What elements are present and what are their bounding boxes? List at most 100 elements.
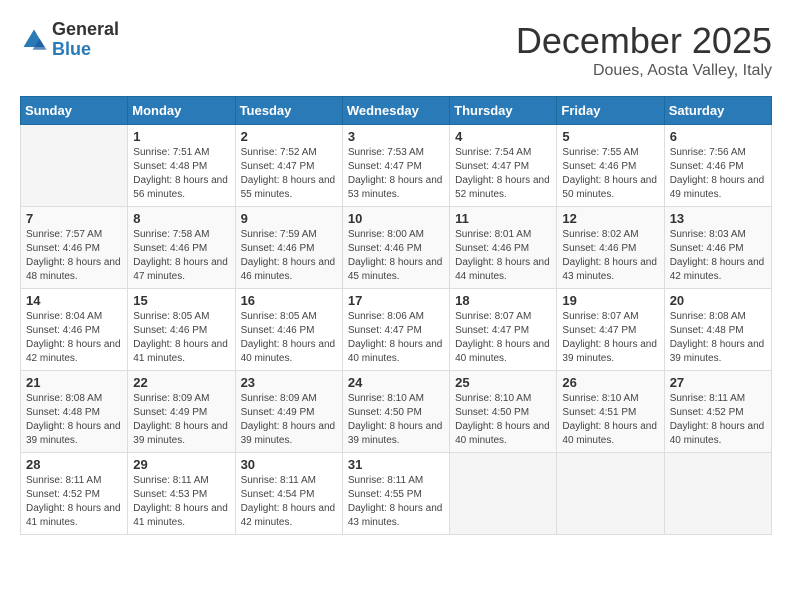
cell-info: Sunrise: 8:10 AMSunset: 4:50 PMDaylight:… (455, 392, 551, 448)
col-header-thursday: Thursday (450, 97, 557, 125)
day-number: 30 (241, 457, 337, 472)
day-cell: 1 Sunrise: 7:51 AMSunset: 4:48 PMDaylight… (128, 125, 235, 207)
day-number: 18 (455, 293, 551, 308)
day-number: 9 (241, 211, 337, 226)
day-cell: 23Sunrise: 8:09 AMSunset: 4:49 PMDayligh… (235, 371, 342, 453)
cell-info: Sunrise: 8:06 AMSunset: 4:47 PMDaylight:… (348, 310, 444, 366)
day-cell: 4 Sunrise: 7:54 AMSunset: 4:47 PMDaylight… (450, 125, 557, 207)
day-cell: 19Sunrise: 8:07 AMSunset: 4:47 PMDayligh… (557, 289, 664, 371)
day-number: 1 (133, 129, 229, 144)
cell-info: Sunrise: 8:11 AMSunset: 4:54 PMDaylight:… (241, 474, 337, 530)
logo-general-text: General (52, 20, 119, 40)
cell-info: Sunrise: 7:53 AMSunset: 4:47 PMDaylight:… (348, 146, 444, 202)
day-number: 25 (455, 375, 551, 390)
cell-info: Sunrise: 8:11 AMSunset: 4:52 PMDaylight:… (26, 474, 122, 530)
day-cell: 16 Sunrise: 8:05 AMSunset: 4:46 PMDayligh… (235, 289, 342, 371)
day-number: 24 (348, 375, 444, 390)
day-cell: 12 Sunrise: 8:02 AMSunset: 4:46 PMDayligh… (557, 207, 664, 289)
day-number: 6 (670, 129, 766, 144)
day-cell: 2 Sunrise: 7:52 AMSunset: 4:47 PMDaylight… (235, 125, 342, 207)
cell-info: Sunrise: 8:03 AMSunset: 4:46 PMDaylight:… (670, 228, 766, 284)
day-cell: 25 Sunrise: 8:10 AMSunset: 4:50 PMDayligh… (450, 371, 557, 453)
day-cell (450, 453, 557, 535)
title-area: December 2025 Doues, Aosta Valley, Italy (516, 20, 772, 80)
cell-info: Sunrise: 7:52 AMSunset: 4:47 PMDaylight:… (241, 146, 337, 202)
calendar-header-row: SundayMondayTuesdayWednesdayThursdayFrid… (21, 97, 772, 125)
cell-info: Sunrise: 7:54 AMSunset: 4:47 PMDaylight:… (455, 146, 551, 202)
day-number: 4 (455, 129, 551, 144)
col-header-tuesday: Tuesday (235, 97, 342, 125)
day-number: 2 (241, 129, 337, 144)
cell-info: Sunrise: 8:07 AMSunset: 4:47 PMDaylight:… (455, 310, 551, 366)
day-number: 29 (133, 457, 229, 472)
cell-info: Sunrise: 8:09 AMSunset: 4:49 PMDaylight:… (133, 392, 229, 448)
day-number: 13 (670, 211, 766, 226)
col-header-monday: Monday (128, 97, 235, 125)
day-number: 12 (562, 211, 658, 226)
day-cell: 20 Sunrise: 8:08 AMSunset: 4:48 PMDayligh… (664, 289, 771, 371)
day-number: 11 (455, 211, 551, 226)
day-cell: 21 Sunrise: 8:08 AMSunset: 4:48 PMDayligh… (21, 371, 128, 453)
month-title: December 2025 (516, 20, 772, 62)
day-cell: 29 Sunrise: 8:11 AMSunset: 4:53 PMDayligh… (128, 453, 235, 535)
week-row-4: 21 Sunrise: 8:08 AMSunset: 4:48 PMDayligh… (21, 371, 772, 453)
day-number: 5 (562, 129, 658, 144)
logo-text: General Blue (52, 20, 119, 60)
day-number: 17 (348, 293, 444, 308)
calendar-table: SundayMondayTuesdayWednesdayThursdayFrid… (20, 96, 772, 535)
cell-info: Sunrise: 7:51 AMSunset: 4:48 PMDaylight:… (133, 146, 229, 202)
day-cell: 15 Sunrise: 8:05 AMSunset: 4:46 PMDayligh… (128, 289, 235, 371)
day-cell: 11 Sunrise: 8:01 AMSunset: 4:46 PMDayligh… (450, 207, 557, 289)
day-cell: 8Sunrise: 7:58 AMSunset: 4:46 PMDaylight… (128, 207, 235, 289)
day-cell (21, 125, 128, 207)
day-number: 7 (26, 211, 122, 226)
day-cell: 9 Sunrise: 7:59 AMSunset: 4:46 PMDaylight… (235, 207, 342, 289)
day-cell: 17 Sunrise: 8:06 AMSunset: 4:47 PMDayligh… (342, 289, 449, 371)
cell-info: Sunrise: 7:57 AMSunset: 4:46 PMDaylight:… (26, 228, 122, 284)
day-cell: 5 Sunrise: 7:55 AMSunset: 4:46 PMDaylight… (557, 125, 664, 207)
cell-info: Sunrise: 7:55 AMSunset: 4:46 PMDaylight:… (562, 146, 658, 202)
cell-info: Sunrise: 7:56 AMSunset: 4:46 PMDaylight:… (670, 146, 766, 202)
cell-info: Sunrise: 8:08 AMSunset: 4:48 PMDaylight:… (670, 310, 766, 366)
day-number: 20 (670, 293, 766, 308)
day-cell: 22 Sunrise: 8:09 AMSunset: 4:49 PMDayligh… (128, 371, 235, 453)
cell-info: Sunrise: 8:10 AMSunset: 4:50 PMDaylight:… (348, 392, 444, 448)
day-cell: 14Sunrise: 8:04 AMSunset: 4:46 PMDayligh… (21, 289, 128, 371)
cell-info: Sunrise: 8:07 AMSunset: 4:47 PMDaylight:… (562, 310, 658, 366)
col-header-saturday: Saturday (664, 97, 771, 125)
day-number: 22 (133, 375, 229, 390)
week-row-5: 28 Sunrise: 8:11 AMSunset: 4:52 PMDayligh… (21, 453, 772, 535)
day-number: 28 (26, 457, 122, 472)
cell-info: Sunrise: 7:59 AMSunset: 4:46 PMDaylight:… (241, 228, 337, 284)
day-number: 16 (241, 293, 337, 308)
cell-info: Sunrise: 8:05 AMSunset: 4:46 PMDaylight:… (241, 310, 337, 366)
cell-info: Sunrise: 8:00 AMSunset: 4:46 PMDaylight:… (348, 228, 444, 284)
cell-info: Sunrise: 8:11 AMSunset: 4:53 PMDaylight:… (133, 474, 229, 530)
cell-info: Sunrise: 8:11 AMSunset: 4:52 PMDaylight:… (670, 392, 766, 448)
day-number: 31 (348, 457, 444, 472)
cell-info: Sunrise: 8:02 AMSunset: 4:46 PMDaylight:… (562, 228, 658, 284)
col-header-wednesday: Wednesday (342, 97, 449, 125)
page-header: General Blue December 2025 Doues, Aosta … (20, 20, 772, 80)
cell-info: Sunrise: 8:11 AMSunset: 4:55 PMDaylight:… (348, 474, 444, 530)
logo-blue-text: Blue (52, 40, 119, 60)
day-number: 15 (133, 293, 229, 308)
cell-info: Sunrise: 8:05 AMSunset: 4:46 PMDaylight:… (133, 310, 229, 366)
day-number: 23 (241, 375, 337, 390)
logo: General Blue (20, 20, 119, 60)
cell-info: Sunrise: 8:01 AMSunset: 4:46 PMDaylight:… (455, 228, 551, 284)
day-number: 10 (348, 211, 444, 226)
day-cell: 7 Sunrise: 7:57 AMSunset: 4:46 PMDaylight… (21, 207, 128, 289)
day-cell: 31 Sunrise: 8:11 AMSunset: 4:55 PMDayligh… (342, 453, 449, 535)
day-cell: 24 Sunrise: 8:10 AMSunset: 4:50 PMDayligh… (342, 371, 449, 453)
day-cell: 13 Sunrise: 8:03 AMSunset: 4:46 PMDayligh… (664, 207, 771, 289)
day-number: 3 (348, 129, 444, 144)
day-cell (557, 453, 664, 535)
day-number: 8 (133, 211, 229, 226)
week-row-2: 7 Sunrise: 7:57 AMSunset: 4:46 PMDaylight… (21, 207, 772, 289)
cell-info: Sunrise: 8:08 AMSunset: 4:48 PMDaylight:… (26, 392, 122, 448)
day-number: 26 (562, 375, 658, 390)
day-number: 21 (26, 375, 122, 390)
location-text: Doues, Aosta Valley, Italy (516, 62, 772, 80)
day-cell: 6 Sunrise: 7:56 AMSunset: 4:46 PMDaylight… (664, 125, 771, 207)
